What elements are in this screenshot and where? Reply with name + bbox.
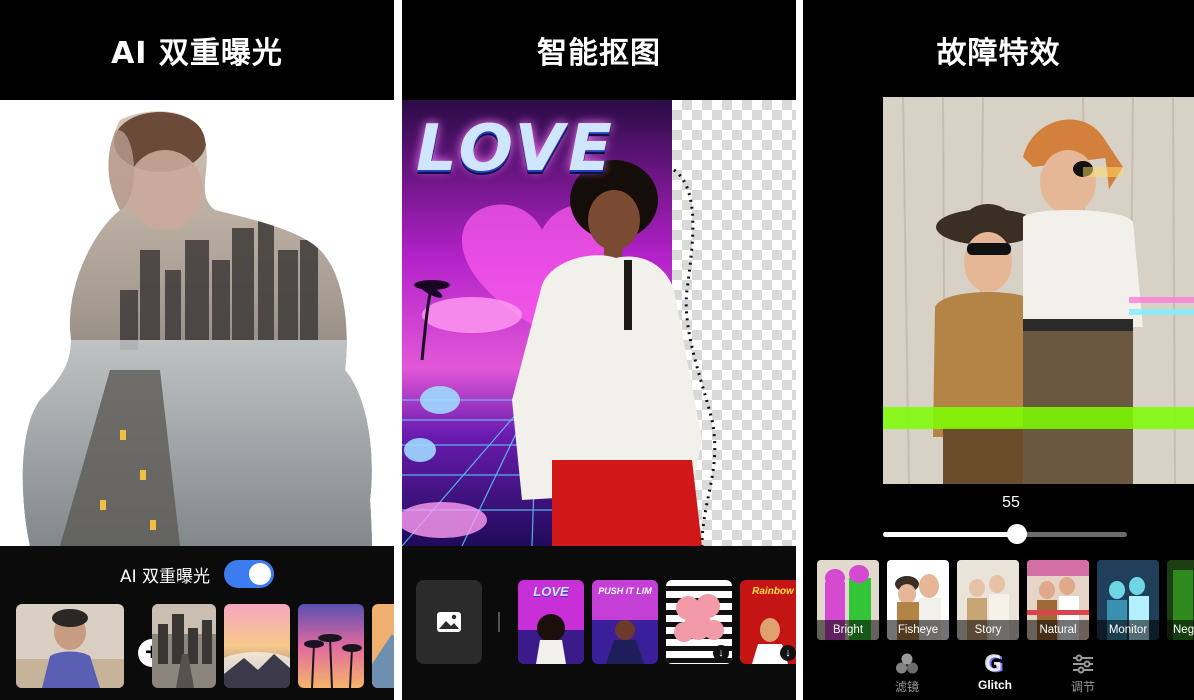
filter-monitor[interactable]: Monitor — [1097, 560, 1159, 640]
slider-handle[interactable] — [1007, 524, 1028, 544]
filter-bright[interactable]: Bright — [817, 560, 879, 640]
page-title: 故障特效 — [936, 36, 1061, 71]
intensity-value: 55 — [1002, 494, 1020, 511]
template-love[interactable]: LOVE — [518, 580, 584, 664]
tab-label: 滤镜 — [894, 680, 919, 694]
filter-neg[interactable]: Neg — [1167, 560, 1194, 640]
sunset-thumbnail[interactable] — [224, 604, 290, 688]
gallery-button[interactable] — [416, 580, 482, 664]
tab-label: Glitch — [977, 678, 1012, 692]
filter-label: Bright — [817, 620, 879, 640]
filter-label: Monitor — [1097, 620, 1159, 640]
filter-label: Story — [957, 620, 1019, 640]
palm-thumbnail[interactable] — [298, 604, 364, 688]
mountain-thumbnail[interactable] — [372, 604, 394, 688]
cutout-toolbar: LOVE PUSH IT LIM ↓ Rainbow ↓ — [402, 546, 796, 700]
template-push-it-text: PUSH IT LIM — [598, 586, 652, 596]
template-push-it[interactable]: PUSH IT LIM — [592, 580, 658, 664]
glitch-photo — [883, 97, 1194, 484]
toggle-knob — [249, 563, 272, 585]
filter-story[interactable]: Story — [957, 560, 1019, 640]
glitch-g-icon: G G — [984, 652, 1004, 676]
cutout-panel: 智能抠图 LOVE LOVE PUSH IT LIM ↓ Rainbow ↓ — [402, 0, 796, 700]
tab-filters[interactable]: 滤镜 — [867, 650, 947, 695]
tab-label: 调节 — [1070, 680, 1095, 694]
double-exposure-toolbar: AI 双重曝光 + — [0, 546, 394, 700]
source-thumbnails: + — [16, 604, 394, 688]
filter-fisheye[interactable]: Fisheye — [887, 560, 949, 640]
intensity-slider[interactable] — [883, 524, 1127, 544]
toggle-label: AI 双重曝光 — [119, 566, 211, 587]
tab-glitch[interactable]: G G Glitch — [955, 650, 1035, 692]
filter-natural[interactable]: Natural — [1027, 560, 1089, 640]
double-exposure-panel: AI 双重曝光 AI 双重曝光 + — [0, 0, 394, 700]
city-thumbnail[interactable] — [152, 604, 216, 688]
sliders-icon — [1073, 654, 1093, 674]
filter-list: Bright Fisheye Story Natural Monitor Neg — [817, 560, 1194, 640]
filter-label: Natural — [1027, 620, 1089, 640]
double-exposure-toggle[interactable] — [224, 560, 275, 588]
template-rainbow[interactable]: Rainbow ↓ — [740, 580, 796, 664]
tab-bar: 滤镜 G G Glitch 调节 — [803, 650, 1194, 700]
cutout-photo: LOVE — [402, 100, 796, 546]
svg-text:G: G — [984, 652, 1002, 676]
double-exposure-photo — [0, 100, 394, 546]
download-icon[interactable]: ↓ — [713, 645, 729, 661]
filter-circles-icon — [896, 653, 918, 674]
page-title: 智能抠图 — [537, 36, 661, 71]
filter-label: Fisheye — [887, 620, 949, 640]
love-text: LOVE — [416, 112, 616, 186]
template-rainbow-text: Rainbow — [752, 586, 794, 597]
template-love-text: LOVE — [533, 584, 569, 599]
glitch-panel: 故障特效 55 Bright Fisheye Story Natural Mon… — [803, 0, 1194, 700]
portrait-thumbnail[interactable] — [16, 604, 124, 688]
tab-adjust[interactable]: 调节 — [1043, 650, 1123, 695]
toggle-row: AI 双重曝光 — [0, 558, 394, 590]
download-icon[interactable]: ↓ — [780, 645, 796, 661]
page-title: AI 双重曝光 — [111, 36, 283, 71]
template-hearts[interactable]: ↓ — [666, 580, 732, 664]
divider — [498, 612, 500, 632]
slider-fill — [883, 532, 1018, 537]
filter-label: Neg — [1167, 620, 1194, 640]
image-icon — [437, 612, 461, 632]
